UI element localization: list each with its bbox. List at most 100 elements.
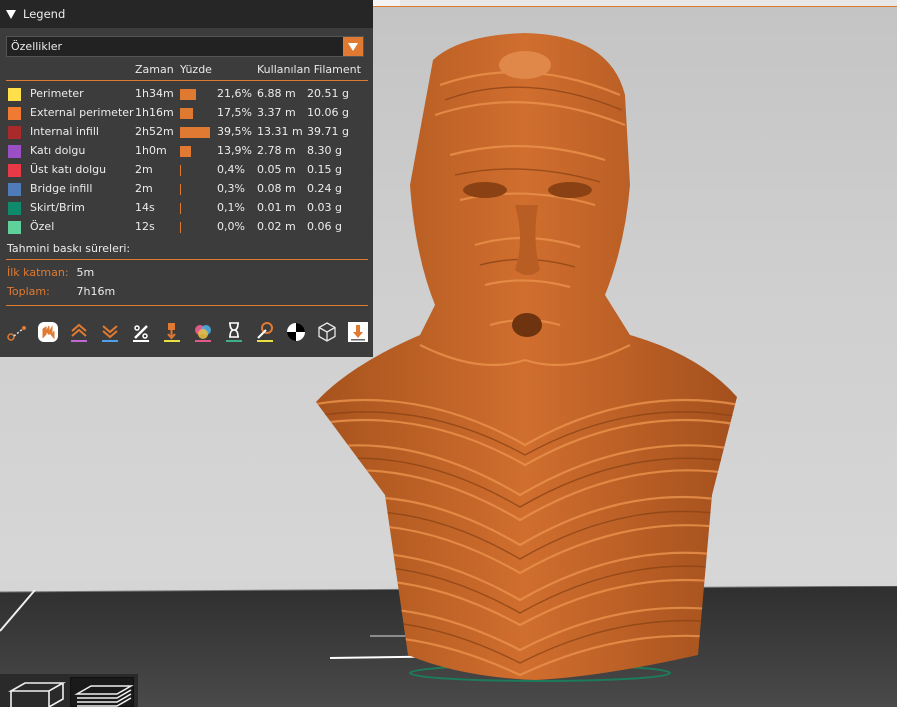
feature-percent: 17,5% [217,106,252,119]
feature-weight: 0.15 g [307,163,342,176]
cube-icon [7,682,67,707]
first-layer-value: 5m [76,266,95,279]
pause-prints-icon[interactable] [221,318,247,346]
layers-icon [74,685,134,707]
tool-marker-icon[interactable] [345,318,371,346]
custom-gcodes-icon[interactable] [252,318,278,346]
feature-weight: 10.06 g [307,106,349,119]
percent-bar [180,108,193,119]
color-swatch [8,221,21,234]
feature-time: 14s [135,201,155,214]
chevron-down-icon[interactable] [343,37,363,56]
deretractions-icon[interactable] [66,318,92,346]
color-swatch [8,88,21,101]
legend-header[interactable]: Legend [0,0,373,28]
legend-row[interactable]: Internal infill 2h52m 39,5% 13.31 m 39.71 g [0,123,373,142]
view-buttons [0,674,138,707]
feature-length: 0.05 m [257,163,296,176]
legend-row[interactable]: Skirt/Brim 14s 0,1% 0.01 m 0.03 g [0,199,373,218]
feature-length: 2.78 m [257,144,296,157]
percent-bar [180,127,210,138]
feature-time: 12s [135,220,155,233]
legend-row[interactable]: External perimeter 1h16m 17,5% 3.37 m 10.06 … [0,104,373,123]
color-swatch [8,107,21,120]
collapse-triangle-icon[interactable] [6,9,16,19]
first-layer-estimate: İlk katman: 5m [7,266,94,279]
color-swatch [8,126,21,139]
legend-row[interactable]: Üst katı dolgu 2m 0,4% 0.05 m 0.15 g [0,161,373,180]
feature-time: 2m [135,182,153,195]
view-type-dropdown[interactable]: Özellikler [6,36,364,57]
feature-label: Perimeter [30,87,84,100]
feature-time: 2h52m [135,125,174,138]
feature-label: Bridge infill [30,182,93,195]
feature-label: Özel [30,220,55,233]
feature-percent: 0,3% [217,182,245,195]
feature-length: 6.88 m [257,87,296,100]
color-swatch [8,145,21,158]
total-estimate: Toplam: 7h16m [7,285,115,298]
feature-weight: 20.51 g [307,87,349,100]
dropdown-value: Özellikler [11,40,63,53]
legend-toolbar [4,318,370,348]
percent-bar [180,165,181,176]
feature-time: 2m [135,163,153,176]
feature-weight: 0.03 g [307,201,342,214]
feature-label: Katı dolgu [30,144,86,157]
percent-bar [180,184,181,195]
feature-label: Internal infill [30,125,99,138]
tool-changes-icon[interactable] [159,318,185,346]
retractions-icon[interactable] [35,318,61,346]
feature-time: 1h0m [135,144,167,157]
center-of-gravity-icon[interactable] [283,318,309,346]
feature-percent: 0,0% [217,220,245,233]
feature-time: 1h34m [135,87,174,100]
feature-weight: 0.06 g [307,220,342,233]
toolbar-divider [6,305,368,306]
preview-button[interactable] [70,677,134,707]
first-layer-label: İlk katman: [7,266,69,279]
total-label: Toplam: [7,285,50,298]
feature-weight: 8.30 g [307,144,342,157]
3d-view-button[interactable] [3,677,67,707]
feature-percent: 0,4% [217,163,245,176]
legend-title: Legend [23,7,66,21]
legend-row[interactable]: Katı dolgu 1h0m 13,9% 2.78 m 8.30 g [0,142,373,161]
percent-bar [180,222,181,233]
percent-bar [180,146,191,157]
feature-label: Skirt/Brim [30,201,85,214]
feature-percent: 0,1% [217,201,245,214]
feature-length: 3.37 m [257,106,296,119]
feature-time: 1h16m [135,106,174,119]
legend-row[interactable]: Bridge infill 2m 0,3% 0.08 m 0.24 g [0,180,373,199]
estimates-title: Tahmini baskı süreleri: [7,242,131,255]
header-divider [6,80,368,81]
feature-weight: 0.24 g [307,182,342,195]
shells-icon[interactable] [314,318,340,346]
column-filament: Kullanılan Filament [257,63,361,76]
feature-length: 0.01 m [257,201,296,214]
travel-icon[interactable] [4,318,30,346]
legend-panel: Legend Özellikler Zaman Yüzde Kullanılan… [0,0,373,357]
color-swatch [8,164,21,177]
legend-row[interactable]: Özel 12s 0,0% 0.02 m 0.06 g [0,218,373,237]
feature-percent: 21,6% [217,87,252,100]
feature-length: 0.02 m [257,220,296,233]
feature-label: Üst katı dolgu [30,163,107,176]
legend-row[interactable]: Perimeter 1h34m 21,6% 6.88 m 20.51 g [0,85,373,104]
feature-length: 0.08 m [257,182,296,195]
total-value: 7h16m [76,285,116,298]
feature-percent: 13,9% [217,144,252,157]
color-changes-icon[interactable] [190,318,216,346]
estimates-divider [6,259,368,260]
column-percent: Yüzde [180,63,212,76]
color-swatch [8,202,21,215]
seams-icon[interactable] [128,318,154,346]
feature-weight: 39.71 g [307,125,349,138]
feature-percent: 39,5% [217,125,252,138]
percent-bar [180,203,181,214]
color-swatch [8,183,21,196]
feature-length: 13.31 m [257,125,303,138]
column-time: Zaman [135,63,174,76]
wipe-icon[interactable] [97,318,123,346]
